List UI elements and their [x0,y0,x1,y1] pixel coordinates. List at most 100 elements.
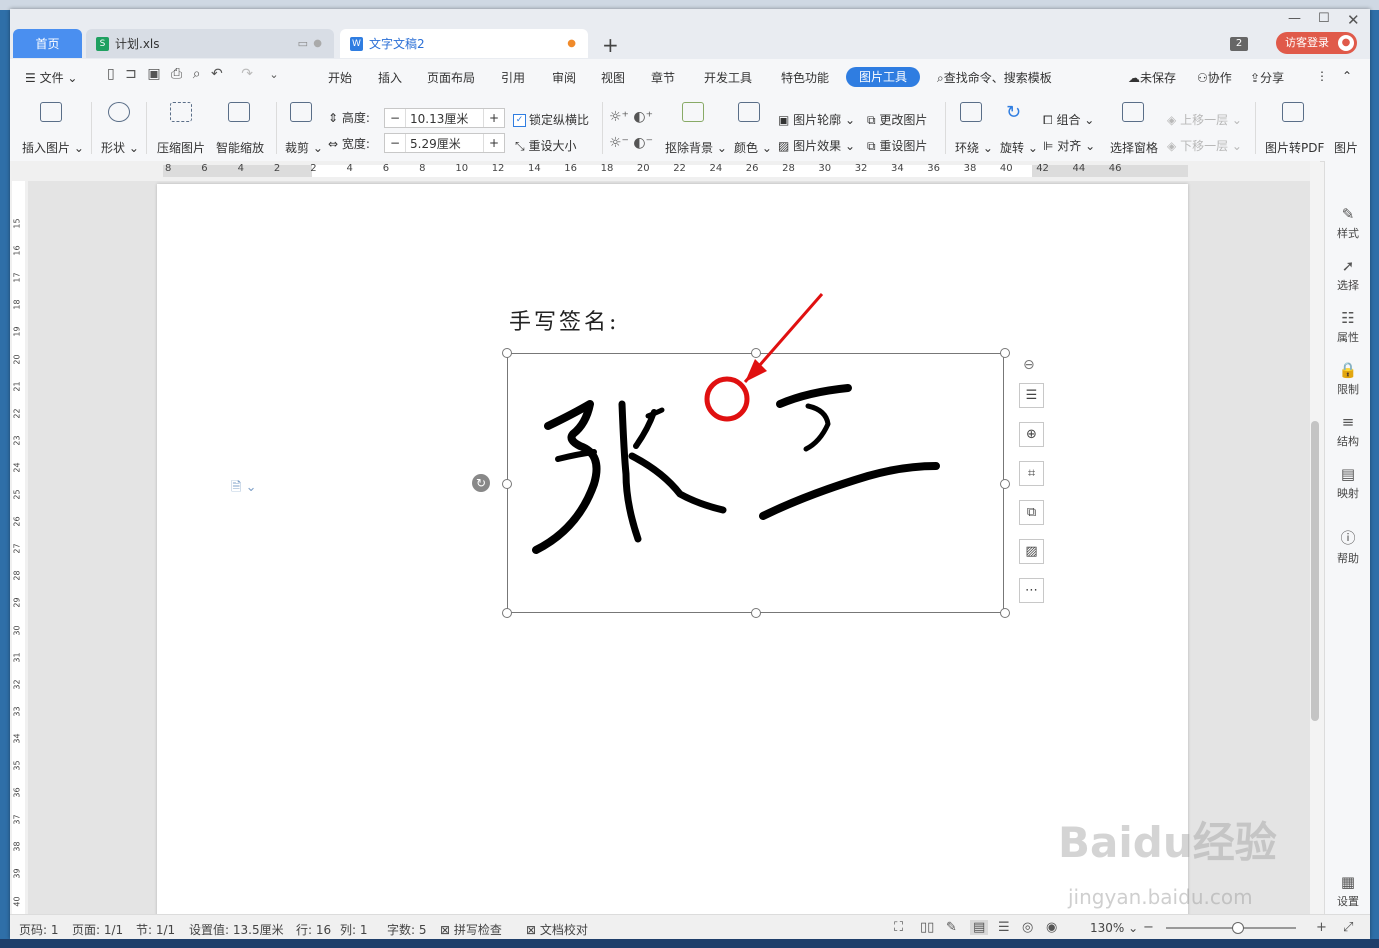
collapse-ribbon-icon[interactable]: ⌃ [1342,69,1352,83]
maximize-button[interactable]: ☐ [1318,11,1330,26]
panel-structure[interactable]: ≡ 结构 [1325,413,1370,449]
read-mode-icon[interactable]: ▯▯ [920,920,934,935]
customize-dropdown-icon[interactable]: ⌄ [269,68,278,81]
spell-check-button[interactable]: ⊠ 拼写检查 [440,921,502,938]
print-icon[interactable]: ⎙ [171,66,182,82]
zoom-out-button[interactable]: − [1143,920,1154,935]
fit-page-icon[interactable]: ⤢ [1343,920,1353,935]
horizontal-ruler[interactable]: 8 6 4 2 2 4 6 8 10 12 14 16 18 20 22 24 26 28 30 32 34 36 38 40… [10,161,1310,181]
tab-document[interactable]: W 文字文稿2 ● [340,29,588,58]
file-menu[interactable]: ☰ 文件 ⌄ [25,69,77,86]
web-view-icon[interactable]: ◎ [1022,920,1033,935]
wrap-button[interactable]: 环绕 ⌄ [955,139,993,156]
lock-ratio-checkbox[interactable]: ✓ 锁定纵横比 [513,111,589,128]
resize-handle-ne[interactable] [1000,348,1010,358]
copy-image-icon[interactable]: ⧉ [1019,500,1044,525]
minimize-button[interactable]: — [1288,11,1301,26]
more-options-icon[interactable]: ⋮ [1316,69,1328,83]
smart-zoom-button[interactable]: 智能缩放 [216,139,264,156]
status-setting[interactable]: 设置值: 13.5厘米 [189,921,284,938]
page-view-icon[interactable]: ▤ [970,920,989,935]
compress-button[interactable]: 压缩图片 [157,139,205,156]
paragraph-anchor-icon[interactable]: 🗎 ⌄ [231,478,256,500]
bring-forward-button[interactable]: ◈ 上移一层 ⌄ [1167,111,1242,128]
panel-settings[interactable]: ▦ 设置 [1325,873,1370,909]
print-preview-icon[interactable]: ⌕ [193,66,201,82]
insert-image-button[interactable]: 插入图片 ⌄ [22,139,84,156]
menu-item-review[interactable]: 审阅 [552,69,576,86]
resize-handle-nw[interactable] [502,348,512,358]
status-row[interactable]: 行: 16 [296,921,331,938]
open-folder-icon[interactable]: ⊐ [125,66,137,82]
more-image-button[interactable]: 图片 [1334,139,1358,156]
vertical-ruler[interactable]: 15 16 17 18 19 20 21 22 23 24 25 26 27 28 29 30 31 32 33 34… [10,181,28,914]
status-words[interactable]: 字数: 5 [387,921,427,938]
select-pane-button[interactable]: 选择窗格 [1110,139,1158,156]
panel-style[interactable]: ✎ 样式 [1325,205,1370,241]
write-mode-icon[interactable]: ✎ [946,920,957,935]
menu-item-start[interactable]: 开始 [328,69,352,86]
shape-button[interactable]: 形状 ⌄ [101,139,139,156]
width-value[interactable]: 5.29厘米 [410,135,461,152]
vertical-scrollbar[interactable] [1310,161,1320,914]
resize-handle-w[interactable] [502,479,512,489]
eye-protect-icon[interactable]: ◉ [1046,920,1057,935]
height-increase-button[interactable]: + [483,109,504,127]
panel-properties[interactable]: ☷ 属性 [1325,309,1370,345]
color-button[interactable]: 颜色 ⌄ [734,139,772,156]
status-pages[interactable]: 页面: 1/1 [72,921,123,938]
change-image-tool-icon[interactable]: ▨ [1019,539,1044,564]
crop-button[interactable]: 裁剪 ⌄ [285,139,323,156]
effect-button[interactable]: ▨ 图片效果 ⌄ [778,137,855,154]
close-button[interactable]: ✕ [1347,11,1360,29]
width-stepper[interactable]: − 5.29厘米 + [384,133,505,153]
unsaved-button[interactable]: ☁未保存 [1128,69,1176,86]
resize-handle-se[interactable] [1000,608,1010,618]
zoom-in-icon[interactable]: ⊕ [1019,422,1044,447]
quick-access-toolbar[interactable]: ▯ ⊐ ▣ ⎙ ⌕ ↶ ↷ ⌄ [107,66,279,82]
outline-button[interactable]: ▣ 图片轮廓 ⌄ [778,111,855,128]
zoom-level[interactable]: 130% ⌄ [1090,921,1138,935]
align-button[interactable]: ⊫ 对齐 ⌄ [1043,137,1095,154]
reset-size-button[interactable]: ⤡ 重设大小 [515,137,576,154]
menu-item-developer[interactable]: 开发工具 [704,69,752,86]
new-doc-icon[interactable]: ▯ [107,66,115,82]
signature-heading[interactable]: 手写签名: [509,304,619,336]
zoom-in-button[interactable]: + [1316,920,1327,935]
panel-mapping[interactable]: ▤ 映射 [1325,465,1370,501]
more-tools-icon[interactable]: ⋯ [1019,578,1044,603]
image-to-pdf-button[interactable]: 图片转PDF [1265,139,1324,156]
redo-icon[interactable]: ↷ [241,66,253,82]
menu-item-picture-tools[interactable]: 图片工具 [846,67,920,87]
reset-image-button[interactable]: ⧉ 重设图片 [867,137,927,154]
panel-select[interactable]: ➚ 选择 [1325,257,1370,293]
rotate-handle-icon[interactable]: ↻ [472,474,490,492]
width-decrease-button[interactable]: − [385,134,406,152]
remove-bg-button[interactable]: 抠除背景 ⌄ [665,139,727,156]
status-page-code[interactable]: 页码: 1 [19,921,59,938]
window-count-badge[interactable]: 2 [1230,37,1248,51]
resize-handle-s[interactable] [751,608,761,618]
height-value[interactable]: 10.13厘米 [410,110,468,127]
brightness-contrast-down-icons[interactable]: ☼⁻ ◐⁻ [609,135,653,151]
send-backward-button[interactable]: ◈ 下移一层 ⌄ [1167,137,1242,154]
login-button[interactable]: 访客登录 ● [1276,32,1357,54]
panel-restrict[interactable]: 🔒 限制 [1325,361,1370,397]
brightness-contrast-icons[interactable]: ☼⁺ ◐⁺ [609,109,653,125]
change-image-button[interactable]: ⧉ 更改图片 [867,111,927,128]
group-button[interactable]: ⧠ 组合 ⌄ [1043,111,1094,128]
tab-spreadsheet[interactable]: S 计划.xls ▭ ● [86,29,334,58]
fullscreen-icon[interactable]: ⛶ [894,920,903,935]
menu-item-layout[interactable]: 页面布局 [427,69,475,86]
share-button[interactable]: ⇪分享 [1250,69,1284,86]
collapse-toolbar-icon[interactable]: ⊖ [1023,357,1035,373]
width-increase-button[interactable]: + [483,134,504,152]
height-decrease-button[interactable]: − [385,109,406,127]
menu-item-features[interactable]: 特色功能 [781,69,829,86]
save-icon[interactable]: ▣ [147,66,160,82]
panel-help[interactable]: ⓘ 帮助 [1325,527,1370,566]
new-tab-button[interactable]: + [602,33,619,57]
resize-handle-sw[interactable] [502,608,512,618]
status-section[interactable]: 节: 1/1 [136,921,175,938]
undo-icon[interactable]: ↶ [211,66,223,82]
